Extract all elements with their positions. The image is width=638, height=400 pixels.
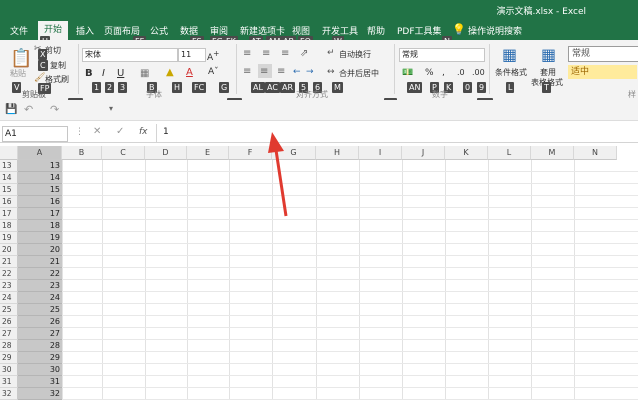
annotation-arrow <box>268 132 288 217</box>
